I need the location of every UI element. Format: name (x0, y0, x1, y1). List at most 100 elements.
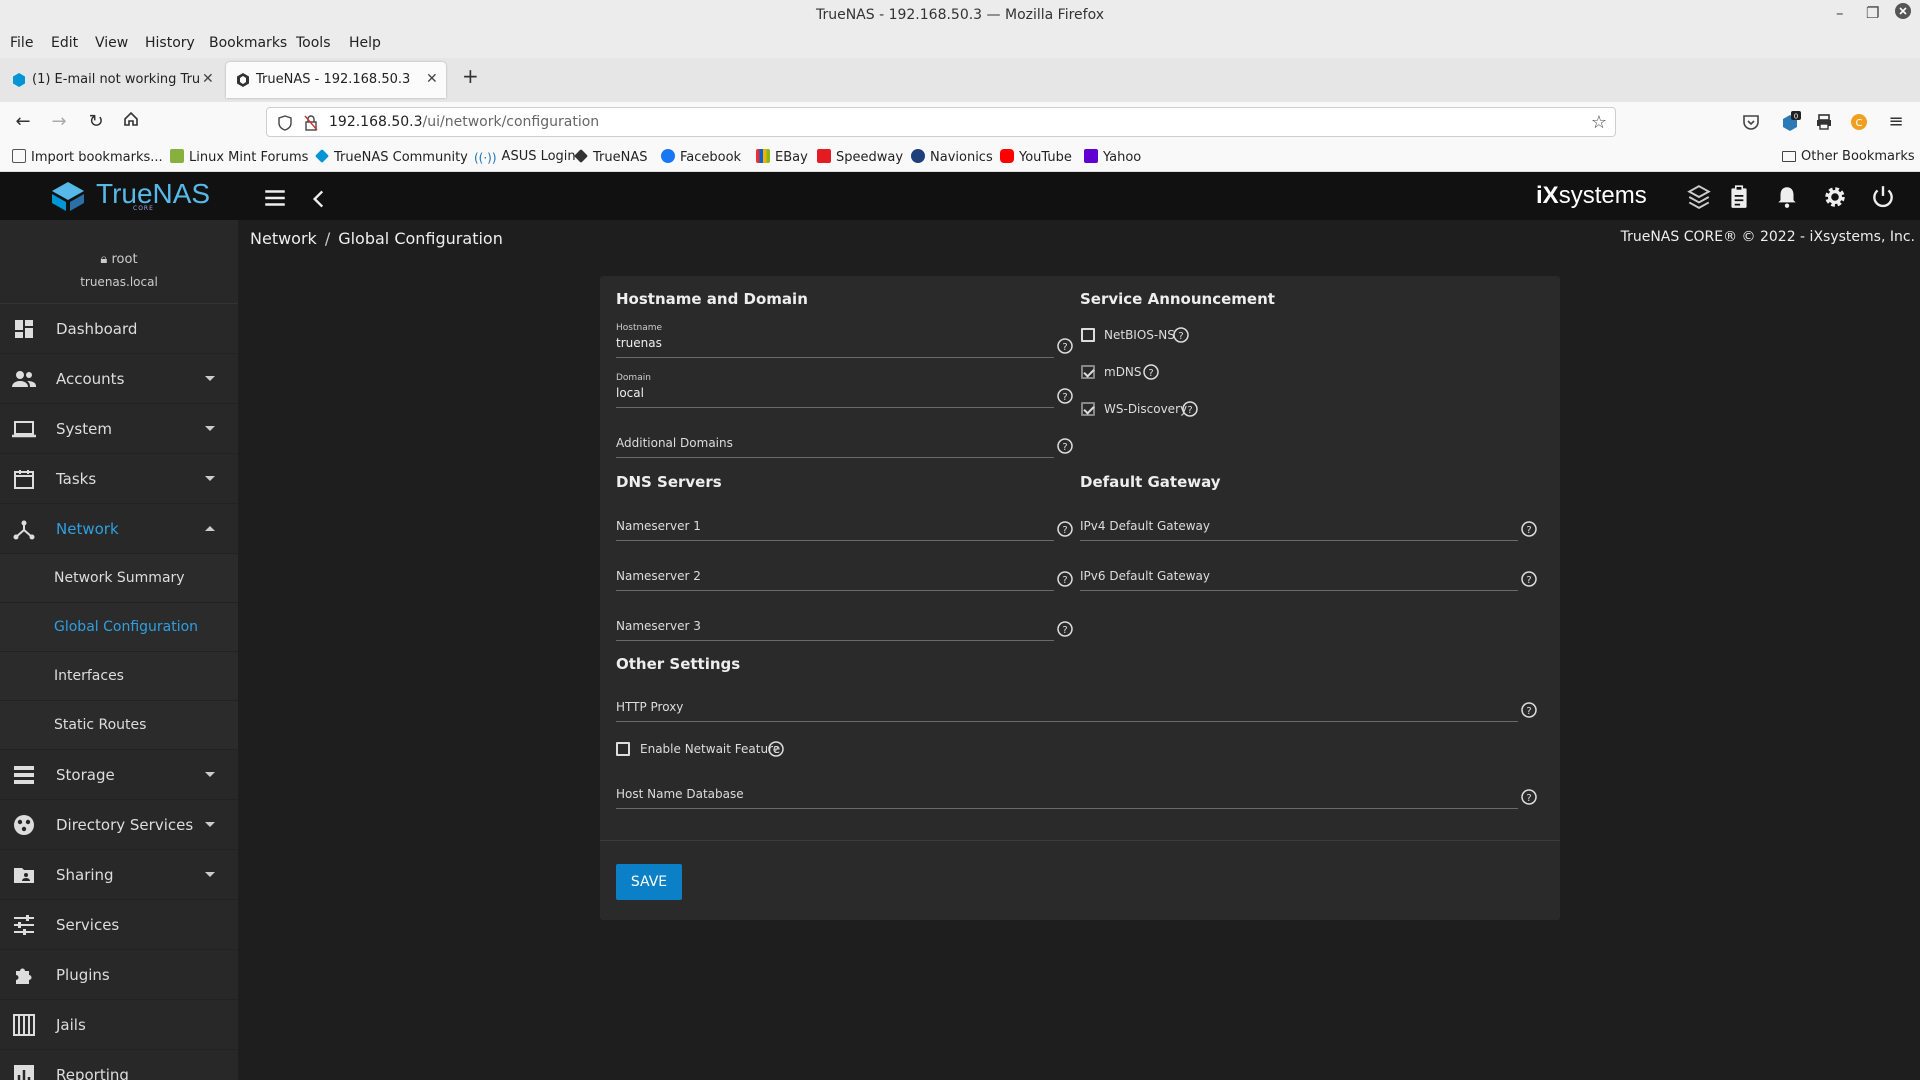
host-name-database-field[interactable]: Host Name Database (616, 779, 1518, 809)
notifications-bell-icon[interactable] (1774, 184, 1800, 210)
tab-close-icon[interactable]: ✕ (202, 71, 214, 87)
address-bar[interactable]: 192.168.50.3/ui/network/configuration ☆ (266, 107, 1616, 137)
bookmark-youtube[interactable]: YouTube (1000, 149, 1072, 165)
sidebar-item-reporting[interactable]: Reporting (0, 1050, 238, 1080)
nameserver-2-field[interactable]: Nameserver 2 (616, 561, 1054, 591)
shield-icon[interactable] (277, 115, 293, 131)
bookmark-navionics[interactable]: Navionics (911, 149, 993, 165)
help-icon[interactable]: ? (1057, 438, 1073, 454)
help-icon[interactable]: ? (1057, 338, 1073, 354)
coin-extension-icon[interactable]: C (1850, 113, 1868, 131)
print-icon[interactable] (1815, 113, 1833, 131)
close-window-icon[interactable] (1894, 2, 1912, 24)
sidebar-item-storage[interactable]: Storage (0, 750, 238, 800)
help-icon[interactable]: ? (1521, 702, 1537, 718)
sidebar-item-interfaces[interactable]: Interfaces (0, 652, 238, 701)
menu-tools[interactable]: Tools (296, 35, 331, 51)
chevron-down-icon (205, 476, 215, 481)
restore-icon[interactable]: ❐ (1866, 4, 1879, 22)
tab-truenas[interactable]: TrueNAS - 192.168.50.3 ✕ (226, 62, 446, 98)
bookmark-truenas-community[interactable]: TrueNAS Community (315, 149, 468, 165)
domain-field[interactable]: Domain local (616, 373, 1054, 408)
user-name: 🔒︎ root (100, 252, 138, 267)
reload-icon[interactable]: ↻ (84, 110, 108, 134)
ipv6-gateway-field[interactable]: IPv6 Default Gateway (1080, 561, 1518, 591)
help-icon[interactable]: ? (1521, 521, 1537, 537)
settings-gear-icon[interactable] (1822, 184, 1848, 210)
collapse-sidebar-icon[interactable] (306, 186, 332, 212)
truecommand-icon[interactable] (1686, 184, 1712, 210)
task-manager-icon[interactable] (1726, 184, 1752, 210)
sidebar-item-network[interactable]: Network (0, 504, 238, 554)
extension-badge-icon[interactable]: 0 (1779, 111, 1801, 133)
help-icon[interactable]: ? (1182, 401, 1198, 417)
bookmark-facebook[interactable]: Facebook (661, 149, 741, 165)
svg-text:?: ? (1526, 706, 1531, 717)
bookmark-linux-mint[interactable]: Linux Mint Forums (170, 149, 308, 165)
menu-history[interactable]: History (145, 35, 195, 51)
sidebar-item-jails[interactable]: Jails (0, 1000, 238, 1050)
tab-close-icon[interactable]: ✕ (426, 71, 438, 87)
forward-icon[interactable]: → (47, 110, 71, 134)
new-tab-icon[interactable]: + (462, 64, 479, 88)
sidebar-item-system[interactable]: System (0, 404, 238, 454)
home-icon[interactable] (119, 110, 143, 134)
breadcrumb-network[interactable]: Network (250, 229, 317, 248)
sidebar-item-services[interactable]: Services (0, 900, 238, 950)
menu-bookmarks[interactable]: Bookmarks (209, 35, 287, 51)
nameserver-1-field[interactable]: Nameserver 1 (616, 511, 1054, 541)
truenas-logo-icon[interactable] (48, 180, 88, 212)
menu-edit[interactable]: Edit (51, 35, 78, 51)
help-icon[interactable]: ? (1057, 521, 1073, 537)
http-proxy-field[interactable]: HTTP Proxy (616, 692, 1518, 722)
power-icon[interactable] (1870, 184, 1896, 210)
bookmark-yahoo[interactable]: Yahoo (1084, 149, 1141, 165)
help-icon[interactable]: ? (1521, 571, 1537, 587)
sidebar-item-dashboard[interactable]: Dashboard (0, 304, 238, 354)
help-icon[interactable]: ? (768, 741, 784, 757)
help-icon[interactable]: ? (1057, 571, 1073, 587)
bookmark-asus[interactable]: ((·)) ASUS Login (474, 149, 576, 165)
help-icon[interactable]: ? (1521, 789, 1537, 805)
save-button[interactable]: SAVE (616, 864, 682, 900)
nameserver-3-field[interactable]: Nameserver 3 (616, 611, 1054, 641)
ipv4-gateway-field[interactable]: IPv4 Default Gateway (1080, 511, 1518, 541)
bookmark-speedway[interactable]: Speedway (817, 149, 903, 165)
sidebar-item-plugins[interactable]: Plugins (0, 950, 238, 1000)
minimize-icon[interactable]: – (1836, 4, 1844, 22)
other-bookmarks[interactable]: Other Bookmarks (1782, 149, 1915, 164)
menu-help[interactable]: Help (349, 35, 381, 51)
ws-discovery-checkbox[interactable] (1081, 402, 1095, 416)
sidebar-item-sharing[interactable]: Sharing (0, 850, 238, 900)
help-icon[interactable]: ? (1173, 327, 1189, 343)
sidebar-item-static-routes[interactable]: Static Routes (0, 701, 238, 750)
hamburger-menu-icon[interactable]: ≡ (1884, 110, 1908, 134)
sidebar-item-directory-services[interactable]: Directory Services (0, 800, 238, 850)
svg-text:?: ? (1062, 442, 1067, 453)
hostname-label: Hostname (616, 323, 663, 333)
ixsystems-logo[interactable]: iXsystems (1536, 182, 1647, 210)
tab-email-forum[interactable]: (1) E-mail not working TrueNAS ✕ (2, 62, 220, 98)
sidebar-item-global-configuration[interactable]: Global Configuration (0, 603, 238, 652)
bookmark-ebay[interactable]: EBay (756, 149, 808, 165)
bookmark-truenas[interactable]: TrueNAS (574, 149, 647, 165)
menu-toggle-icon[interactable] (262, 185, 288, 211)
help-icon[interactable]: ? (1057, 621, 1073, 637)
bookmark-import[interactable]: Import bookmarks... (12, 149, 163, 165)
mdns-checkbox[interactable] (1081, 365, 1095, 379)
bookmark-star-icon[interactable]: ☆ (1591, 112, 1607, 133)
page-info-icon[interactable] (303, 114, 319, 132)
back-icon[interactable]: ← (11, 110, 35, 134)
netwait-checkbox[interactable] (616, 742, 630, 756)
pocket-icon[interactable] (1742, 113, 1760, 131)
help-icon[interactable]: ? (1057, 388, 1073, 404)
hostname-field[interactable]: Hostname truenas (616, 323, 1054, 358)
additional-domains-field[interactable]: Additional Domains (616, 428, 1054, 458)
sidebar-item-accounts[interactable]: Accounts (0, 354, 238, 404)
sidebar-item-tasks[interactable]: Tasks (0, 454, 238, 504)
sidebar-item-network-summary[interactable]: Network Summary (0, 554, 238, 603)
help-icon[interactable]: ? (1143, 364, 1159, 380)
menu-view[interactable]: View (95, 35, 128, 51)
netbios-checkbox[interactable] (1081, 328, 1095, 342)
menu-file[interactable]: File (10, 35, 33, 51)
